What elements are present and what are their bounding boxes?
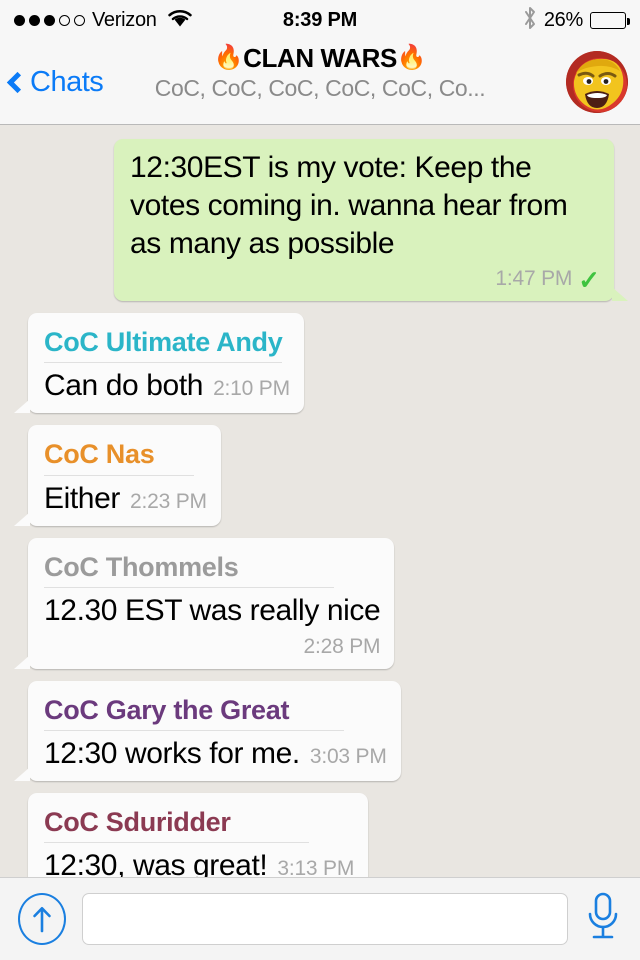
message-bubble-incoming[interactable]: CoC Thommels 12.30 EST was really nice 2… (13, 537, 395, 669)
message-bubble-incoming[interactable]: CoC Gary the Great 12:30 works for me. 3… (14, 680, 401, 782)
fire-emoji-left: 🔥 (213, 44, 244, 72)
message-text: 12:30 works for me. (44, 737, 300, 770)
conversation-title-text: CLAN WARS (243, 43, 397, 73)
back-button-label: Chats (30, 65, 104, 98)
message-bubble-outgoing[interactable]: 12:30EST is my vote: Keep the votes comi… (114, 139, 628, 301)
fire-emoji-right: 🔥 (396, 44, 427, 72)
message-sender-name: CoC Nas (44, 437, 194, 476)
wifi-icon (167, 8, 193, 32)
message-bubble-incoming[interactable]: CoC Ultimate Andy Can do both 2:10 PM (14, 312, 304, 414)
message-text: Can do both (44, 369, 204, 403)
message-sender-name: CoC Ultimate Andy (44, 325, 283, 364)
message-row-outgoing: 12:30EST is my vote: Keep the votes comi… (10, 139, 630, 301)
message-body: Either 2:23 PM (44, 480, 207, 518)
message-list[interactable]: 12:30EST is my vote: Keep the votes comi… (0, 125, 640, 877)
status-bar: Verizon 8:39 PM 26% (0, 0, 640, 40)
signal-dot-empty (59, 14, 70, 26)
message-body: 12.30 EST was really nice 2:28 PM (44, 592, 381, 661)
signal-dot-filled (44, 14, 55, 26)
message-row-incoming: CoC Thommels 12.30 EST was really nice 2… (10, 537, 630, 669)
message-input[interactable] (82, 893, 568, 945)
signal-strength-dots (14, 14, 85, 26)
status-bar-left: Verizon (14, 8, 193, 32)
message-sender-name: CoC Sduridder (44, 805, 309, 844)
group-avatar[interactable] (566, 51, 628, 113)
message-row-incoming: CoC Nas Either 2:23 PM (10, 425, 630, 527)
message-bubble-incoming[interactable]: CoC Sduridder 12:30, was great! 3:13 PM (28, 793, 369, 877)
arrow-up-circle-icon[interactable] (18, 893, 66, 945)
back-to-chats-button[interactable]: Chats (6, 65, 104, 99)
status-bar-right: 26% (523, 6, 630, 35)
message-row-incoming: CoC Sduridder 12:30, was great! 3:13 PM (10, 793, 630, 877)
battery-icon (590, 11, 630, 29)
microphone-icon[interactable] (584, 891, 622, 948)
message-timestamp: 1:47 PM (495, 267, 573, 291)
message-sender-name: CoC Thommels (44, 550, 334, 588)
signal-dot-filled (14, 14, 25, 26)
participants-subtitle: CoC, CoC, CoC, CoC, CoC, Co... (154, 74, 486, 101)
message-row-incoming: CoC Ultimate Andy Can do both 2:10 PM (10, 312, 630, 414)
message-timestamp: 2:23 PM (129, 489, 207, 513)
battery-percent-label: 26% (543, 8, 583, 31)
message-row-incoming: CoC Gary the Great 12:30 works for me. 3… (10, 680, 630, 782)
message-timestamp: 2:28 PM (303, 635, 381, 659)
signal-dot-empty (74, 14, 85, 26)
message-body: 12:30 works for me. 3:03 PM (44, 735, 387, 773)
bluetooth-icon (523, 6, 537, 35)
navigation-bar: Chats 🔥 CLAN WARS 🔥 CoC, CoC, CoC, CoC, … (0, 40, 640, 125)
message-text: 12:30, was great! (44, 849, 268, 877)
message-body: 12:30, was great! 3:13 PM (44, 847, 354, 877)
message-timestamp: 3:03 PM (309, 745, 387, 768)
carrier-label: Verizon (92, 8, 157, 31)
message-sender-name: CoC Gary the Great (44, 693, 344, 731)
page-title: 🔥 CLAN WARS 🔥 (214, 44, 427, 73)
message-text: 12.30 EST was really nice (44, 593, 381, 627)
message-input-bar (0, 877, 640, 960)
single-check-icon: ✓ (578, 264, 600, 295)
signal-dot-filled (29, 14, 40, 26)
message-text: 12:30EST is my vote: Keep the votes comi… (130, 151, 568, 261)
chevron-left-icon (6, 71, 29, 93)
message-meta: 1:47 PM ✓ (130, 266, 600, 293)
message-text: Either (44, 481, 120, 515)
message-body: Can do both 2:10 PM (44, 367, 290, 405)
message-timestamp: 3:13 PM (277, 857, 355, 877)
message-bubble-incoming[interactable]: CoC Nas Either 2:23 PM (14, 425, 221, 527)
message-timestamp: 2:10 PM (213, 377, 290, 401)
